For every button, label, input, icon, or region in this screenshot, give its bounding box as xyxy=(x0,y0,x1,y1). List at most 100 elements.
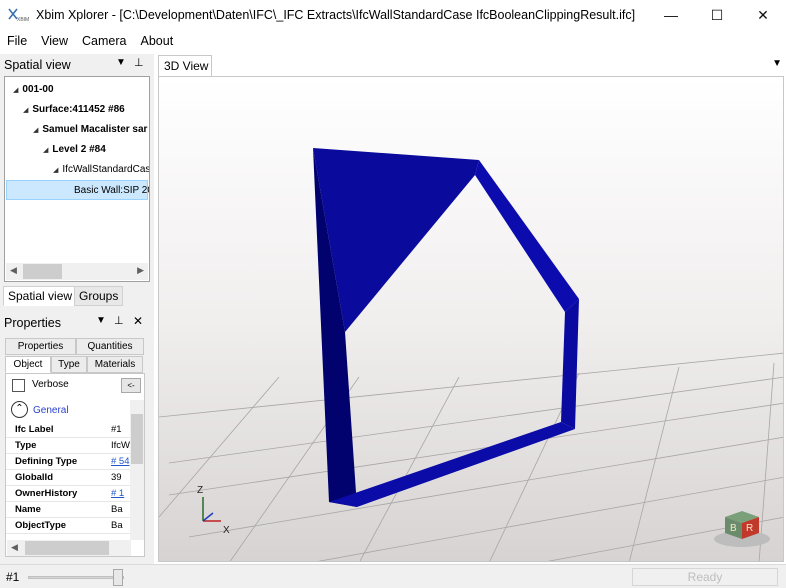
properties-title: Properties xyxy=(4,316,61,330)
close-icon[interactable]: ✕ xyxy=(133,314,143,328)
tab-quantities[interactable]: Quantities xyxy=(76,338,144,355)
prop-row[interactable]: Ifc Label #1 xyxy=(6,422,132,438)
group-general-label: General xyxy=(33,405,69,416)
menu-view[interactable]: View xyxy=(34,30,75,52)
scroll-thumb[interactable] xyxy=(23,264,62,279)
prop-key: ObjectType xyxy=(15,520,67,531)
close-icon: ✕ xyxy=(757,6,769,23)
tree-item[interactable]: ◢ 001-00 xyxy=(13,80,54,100)
prop-row[interactable]: Name Ba xyxy=(6,502,132,518)
tree-item[interactable]: ◢ Samuel Macalister sar xyxy=(33,120,147,140)
prop-row[interactable]: ObjectType Ba xyxy=(6,518,132,534)
scroll-right-icon[interactable]: ▶ xyxy=(137,265,144,276)
spatial-tree[interactable]: ◢ 001-00 ◢ Surface:411452 #86 ◢ Samuel Maca… xyxy=(4,76,150,282)
minimize-icon: — xyxy=(664,7,678,23)
prop-row[interactable]: Defining Type # 54 xyxy=(6,454,132,470)
prop-key: Name xyxy=(15,504,41,515)
tree-item-selected[interactable]: Basic Wall:SIP 20 xyxy=(6,180,150,200)
menu-camera[interactable]: Camera xyxy=(75,30,133,52)
menu-file[interactable]: File xyxy=(0,30,34,52)
axis-y-line xyxy=(202,512,214,522)
properties-header: Properties ▼ ⊥ ✕ xyxy=(0,312,154,334)
spatial-tabs: Spatial view Groups xyxy=(0,286,154,306)
tree-item[interactable]: ◢ Surface:411452 #86 xyxy=(23,100,125,120)
wall-model[interactable] xyxy=(313,148,579,507)
view-menu-icon[interactable]: ▼ xyxy=(772,58,782,69)
spatial-view-title: Spatial view xyxy=(4,58,71,72)
wall-opening xyxy=(345,312,565,507)
prop-value-link[interactable]: # 54 xyxy=(111,454,131,470)
status-ready: Ready xyxy=(632,568,778,586)
expand-triangle-icon[interactable]: ◢ xyxy=(13,81,18,101)
expand-triangle-icon[interactable]: ◢ xyxy=(23,101,28,121)
prop-value: IfcW xyxy=(111,440,130,451)
zoom-slider-thumb[interactable] xyxy=(113,569,123,586)
tree-item-label: IfcWallStandardCas xyxy=(62,164,150,175)
tab-properties[interactable]: Properties xyxy=(5,338,76,355)
pin-icon[interactable]: ⊥ xyxy=(114,314,124,327)
expand-triangle-icon[interactable]: ◢ xyxy=(33,121,38,141)
status-label: #1 xyxy=(6,570,20,584)
prop-value-link[interactable]: # 1 xyxy=(111,486,131,502)
prop-row[interactable]: OwnerHistory # 1 xyxy=(6,486,132,502)
close-button[interactable]: ✕ xyxy=(740,0,786,30)
3d-viewport[interactable]: Z X B R xyxy=(158,76,784,562)
wall-bottom-face xyxy=(329,422,575,507)
prop-row[interactable]: Type IfcW xyxy=(6,438,132,454)
horizontal-scrollbar[interactable]: ◀ xyxy=(7,540,131,556)
tab-object[interactable]: Object xyxy=(5,356,51,373)
tree-item[interactable]: ◢ IfcWallStandardCas xyxy=(53,160,150,181)
axis-gizmo: Z X xyxy=(197,485,230,536)
title-bar: XBIM Xbim Xplorer - [C:\Development\Date… xyxy=(0,0,786,30)
prop-value: Ba xyxy=(111,504,123,515)
dropdown-icon[interactable]: ▼ xyxy=(116,57,126,68)
tab-spatial-view[interactable]: Spatial view xyxy=(3,286,78,306)
prop-value: #1 xyxy=(111,424,122,435)
nav-cube-r-label: R xyxy=(746,523,753,534)
minimize-button[interactable]: — xyxy=(648,0,694,30)
tree-item-label: Samuel Macalister sar xyxy=(42,124,148,135)
prop-key: Type xyxy=(15,440,37,451)
maximize-button[interactable]: ☐ xyxy=(694,0,740,30)
prop-key: Ifc Label xyxy=(15,424,54,435)
expand-triangle-icon[interactable]: ◢ xyxy=(43,141,48,161)
nav-cube-b-label: B xyxy=(730,523,737,534)
status-bar: #1 Ready xyxy=(0,564,786,588)
tab-groups[interactable]: Groups xyxy=(74,286,124,306)
tree-item-label: Level 2 #84 xyxy=(52,144,106,155)
xbim-logo-icon: XBIM xyxy=(6,5,32,25)
dropdown-icon[interactable]: ▼ xyxy=(96,315,106,326)
wall-right-slope xyxy=(475,160,579,312)
tab-type[interactable]: Type xyxy=(51,356,87,373)
horizontal-scrollbar[interactable]: ◀ ▶ xyxy=(6,263,148,280)
verbose-checkbox[interactable] xyxy=(12,379,25,392)
tree-item[interactable]: ◢ Level 2 #84 xyxy=(43,140,106,160)
wall-right-side xyxy=(561,299,579,429)
scroll-thumb[interactable] xyxy=(25,541,109,555)
prop-key: OwnerHistory xyxy=(15,488,78,499)
scroll-left-icon[interactable]: ◀ xyxy=(11,542,18,553)
properties-grid: Verbose <- ⌃ General Ifc Label #1 Type Ifc… xyxy=(5,373,145,557)
tab-3d-view[interactable]: 3D View xyxy=(158,55,212,76)
tree-item-label: 001-00 xyxy=(22,84,54,95)
properties-panel: Properties ▼ ⊥ ✕ Properties Quantities O… xyxy=(0,312,154,564)
prop-key: GlobalId xyxy=(15,472,53,483)
prop-key: Defining Type xyxy=(15,456,78,467)
maximize-icon: ☐ xyxy=(710,6,724,23)
scroll-thumb[interactable] xyxy=(131,414,143,464)
scroll-left-icon[interactable]: ◀ xyxy=(10,265,17,276)
zoom-slider-track[interactable] xyxy=(28,576,124,579)
collapse-button[interactable]: <- xyxy=(121,378,141,393)
tab-materials[interactable]: Materials xyxy=(87,356,143,373)
3d-scene[interactable]: Z X B R xyxy=(159,77,784,562)
tree-item-label: Basic Wall:SIP 20 xyxy=(74,185,150,196)
prop-value: Ba xyxy=(111,520,123,531)
menu-about[interactable]: About xyxy=(134,30,181,52)
prop-row[interactable]: GlobalId 39 xyxy=(6,470,132,486)
menu-bar: File View Camera About xyxy=(0,30,786,52)
window-title: Xbim Xplorer - [C:\Development\Daten\IFC… xyxy=(36,8,636,22)
collapse-group-icon[interactable]: ⌃ xyxy=(11,401,28,418)
pin-icon[interactable]: ⊥ xyxy=(134,56,144,69)
expand-triangle-icon[interactable]: ◢ xyxy=(53,161,58,181)
vertical-scrollbar[interactable] xyxy=(130,400,144,540)
